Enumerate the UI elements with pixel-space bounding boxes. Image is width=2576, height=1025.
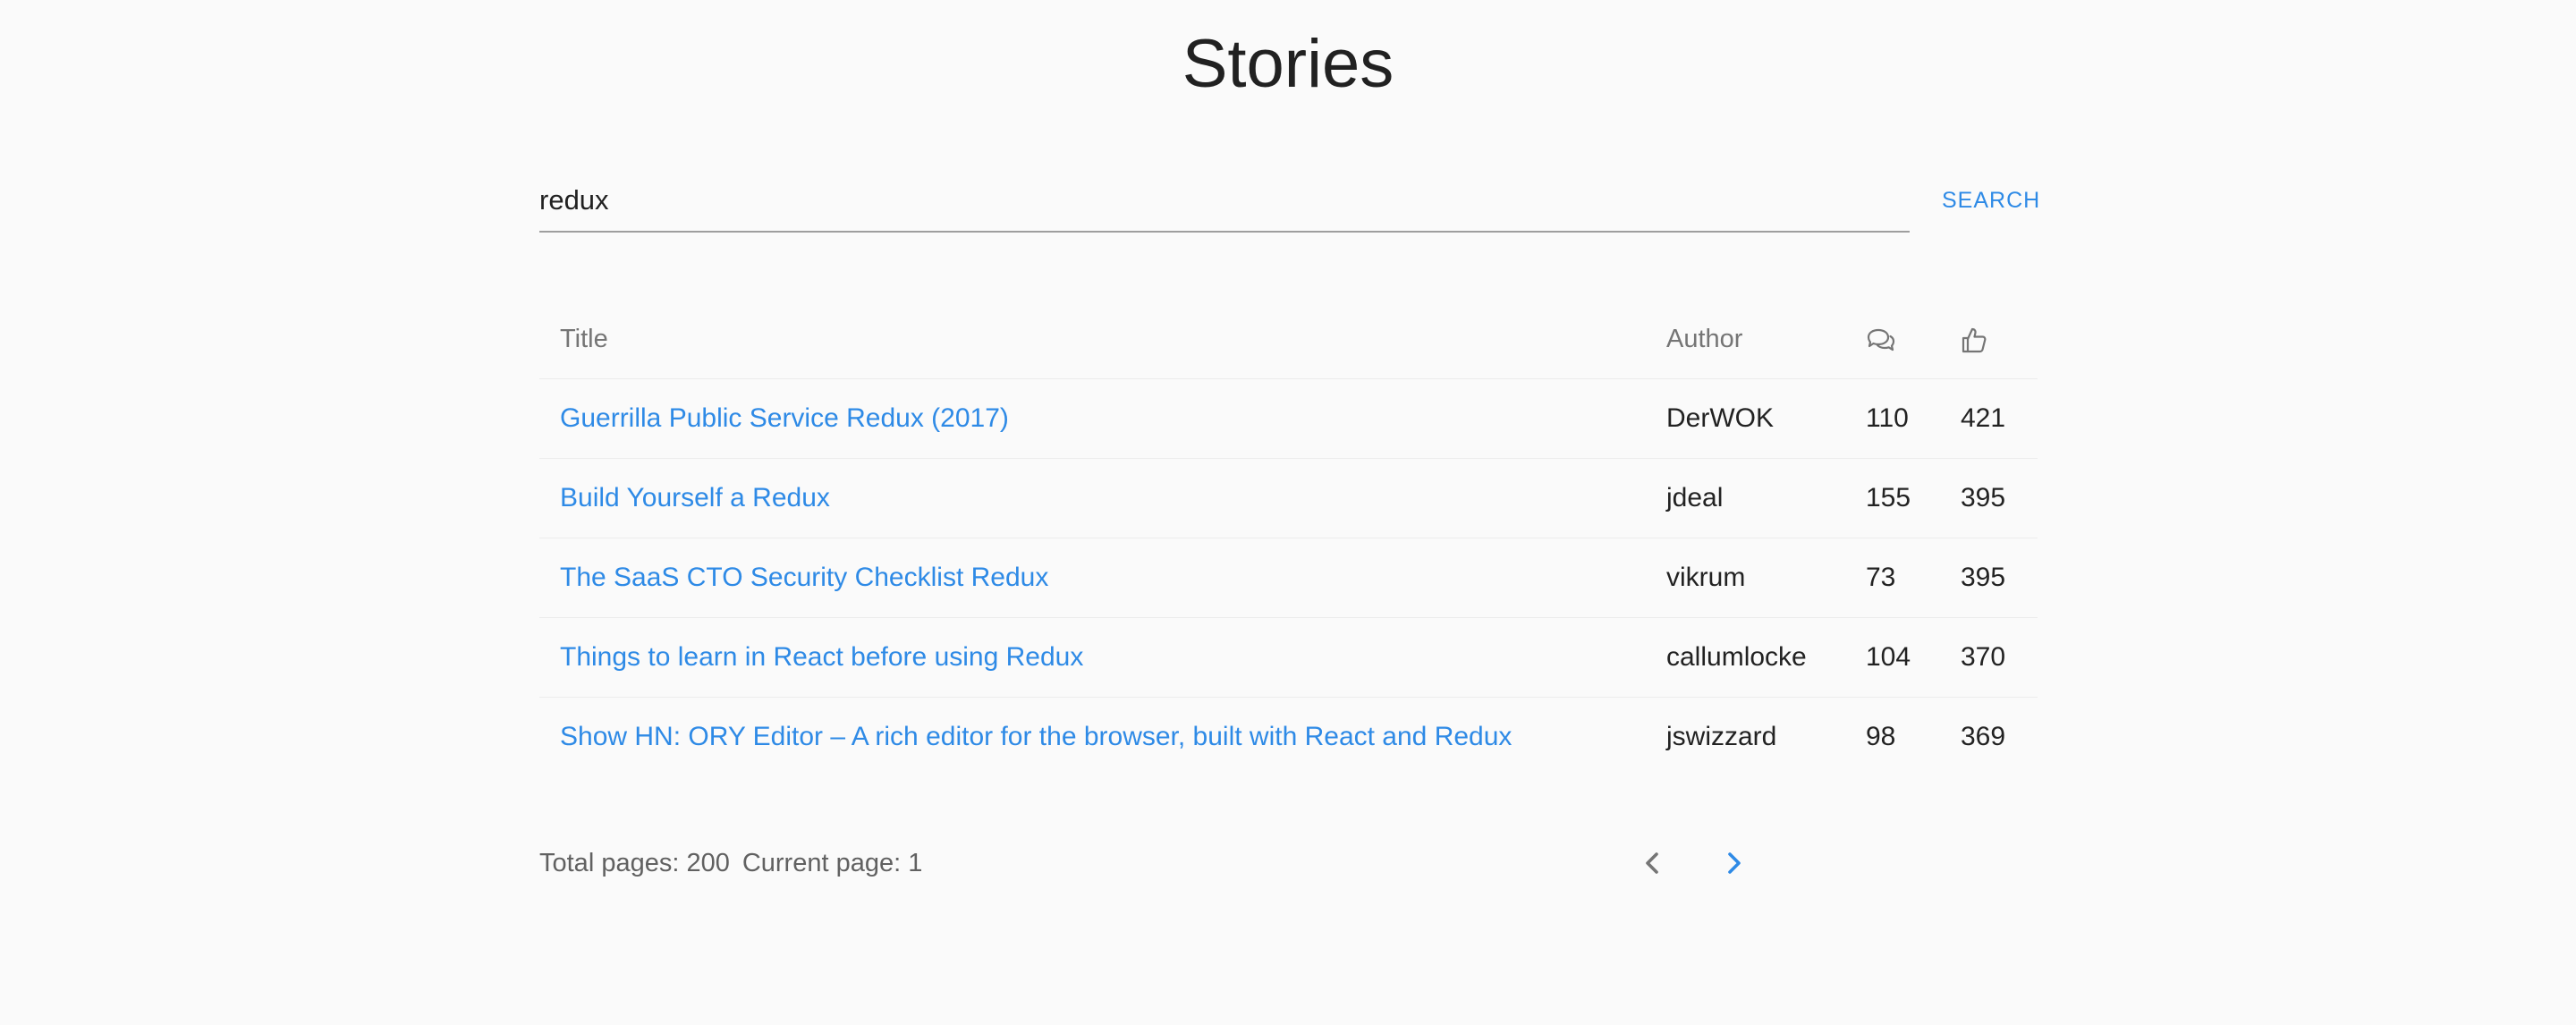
stories-table: Title Author Guerrilla Public Service Re… (539, 300, 2038, 776)
story-author: DerWOK (1666, 403, 1774, 433)
story-points: 395 (1961, 563, 2006, 592)
next-page-button[interactable] (1711, 841, 1756, 885)
story-title-cell: The SaaS CTO Security Checklist Redux (560, 538, 1048, 617)
story-author: jswizzard (1666, 722, 1777, 751)
story-author: callumlocke (1666, 642, 1807, 672)
story-title-link[interactable]: Show HN: ORY Editor – A rich editor for … (560, 722, 1512, 751)
story-title-link[interactable]: Things to learn in React before using Re… (560, 642, 1083, 672)
table-header: Title Author (539, 300, 2038, 379)
table-row: Guerrilla Public Service Redux (2017) De… (539, 379, 2038, 459)
chevron-right-icon (1728, 852, 1741, 874)
story-title-cell: Show HN: ORY Editor – A rich editor for … (560, 698, 1512, 776)
table-row: Show HN: ORY Editor – A rich editor for … (539, 698, 2038, 776)
story-title-cell: Guerrilla Public Service Redux (2017) (560, 379, 1009, 458)
story-comments-count: 155 (1866, 483, 1911, 512)
comments-icon (1866, 300, 1896, 378)
previous-page-button[interactable] (1631, 841, 1675, 885)
story-author: jdeal (1666, 483, 1724, 512)
story-points: 369 (1961, 722, 2006, 751)
story-title-link[interactable]: Guerrilla Public Service Redux (2017) (560, 403, 1009, 433)
story-points: 395 (1961, 483, 2006, 512)
thumbs-up-icon (1961, 300, 1987, 378)
search-button[interactable]: SEARCH (1935, 182, 2047, 218)
current-page-label: Current page: 1 (741, 849, 923, 877)
total-pages-label: Total pages: 200 (539, 849, 730, 877)
story-title-cell: Things to learn in React before using Re… (560, 618, 1083, 697)
story-points: 370 (1961, 642, 2006, 672)
story-points: 421 (1961, 403, 2006, 433)
table-row: Build Yourself a Redux jdeal 155 395 (539, 459, 2038, 538)
table-row: The SaaS CTO Security Checklist Redux vi… (539, 538, 2038, 618)
table-row: Things to learn in React before using Re… (539, 618, 2038, 698)
story-author: vikrum (1666, 563, 1746, 592)
search-input[interactable] (539, 170, 1910, 233)
page-info: Total pages: 200 Current page: 1 (539, 832, 922, 894)
story-comments-count: 73 (1866, 563, 1896, 592)
chevron-left-icon (1646, 852, 1658, 874)
story-title-link[interactable]: The SaaS CTO Security Checklist Redux (560, 563, 1048, 592)
pagination-bar: Total pages: 200 Current page: 1 (539, 832, 2038, 894)
story-comments-count: 98 (1866, 722, 1896, 751)
page-title: Stories (1182, 26, 1394, 102)
story-title-link[interactable]: Build Yourself a Redux (560, 483, 830, 512)
story-title-cell: Build Yourself a Redux (560, 459, 830, 538)
story-comments-count: 104 (1866, 642, 1911, 672)
search-bar: SEARCH (539, 170, 2039, 234)
story-comments-count: 110 (1866, 403, 1909, 433)
column-header-title: Title (560, 325, 608, 353)
column-header-author: Author (1666, 325, 1743, 353)
